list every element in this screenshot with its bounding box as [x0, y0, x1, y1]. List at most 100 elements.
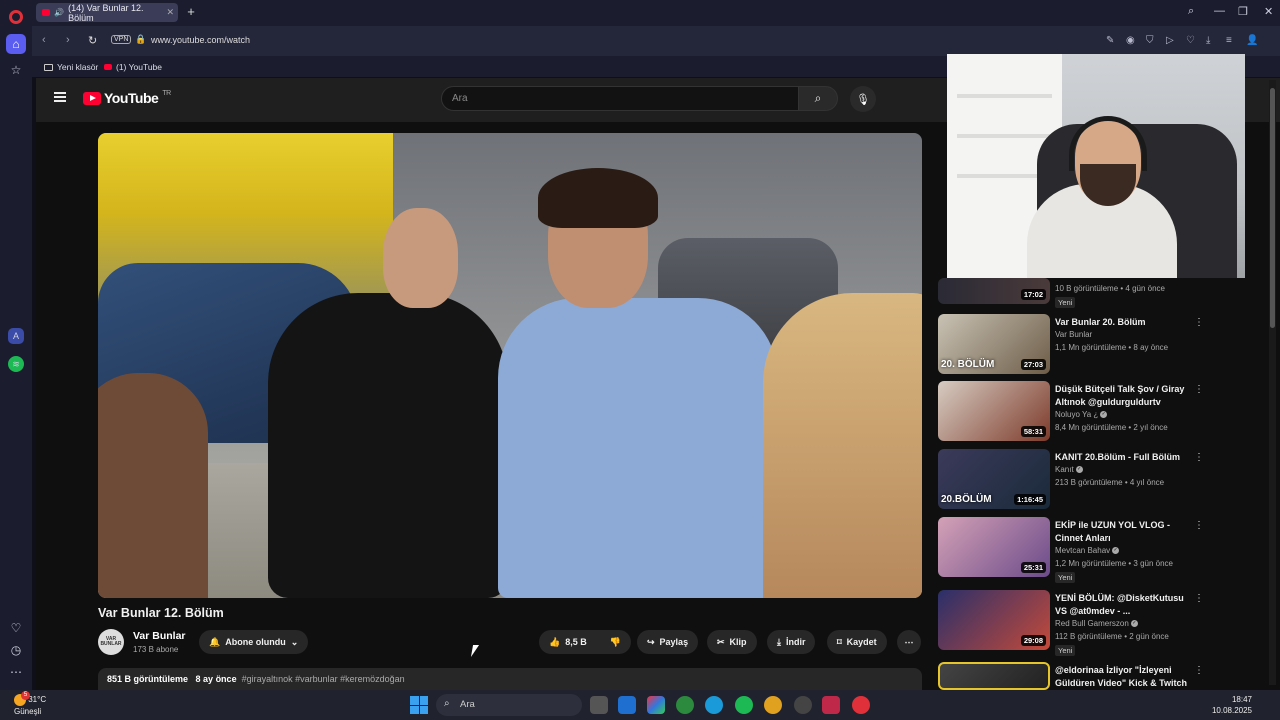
minimize-icon[interactable]: — — [1214, 5, 1225, 17]
more-vertical-icon[interactable]: ⋮ — [1194, 520, 1204, 531]
like-icon[interactable]: 👍 — [549, 637, 560, 648]
file-explorer-icon[interactable] — [590, 696, 608, 714]
video-title[interactable]: YENİ BÖLÜM: @DisketKutusu VS @at0mdev - … — [1055, 592, 1195, 618]
page-scrollbar[interactable] — [1269, 80, 1276, 685]
subscribe-button[interactable]: 🔔 Abone olundu ⌄ — [199, 630, 309, 654]
vpn-badge[interactable]: VPN — [111, 35, 132, 44]
video-title[interactable]: Düşük Bütçeli Talk Şov / Giray Altınok @… — [1055, 383, 1195, 409]
reload-icon[interactable]: ↻ — [88, 34, 97, 47]
hamburger-menu-icon[interactable] — [54, 92, 66, 102]
list-item[interactable]: 29:08 YENİ BÖLÜM: @DisketKutusu VS @at0m… — [938, 590, 1268, 656]
maximize-icon[interactable]: ❐ — [1238, 5, 1248, 18]
channel-avatar[interactable]: VAR BUNLAR — [98, 629, 124, 655]
video-thumbnail[interactable]: 58:31 — [938, 381, 1050, 441]
favorite-icon[interactable]: ♡ — [1186, 35, 1195, 46]
list-item[interactable]: 20.BÖLÜM 1:16:45 KANIT 20.Bölüm - Full B… — [938, 449, 1268, 511]
video-player[interactable] — [98, 133, 922, 598]
list-item[interactable]: @eldorinaa İzliyor "İzleyeni Güldüren Vi… — [938, 662, 1268, 701]
more-vertical-icon[interactable]: ⋮ — [1194, 665, 1204, 676]
list-item[interactable]: 17:02 10 B görüntüleme • 4 gün önce Yeni — [938, 278, 1268, 308]
video-thumbnail[interactable] — [938, 662, 1050, 690]
more-vertical-icon[interactable]: ⋮ — [1194, 317, 1204, 328]
spotify-icon[interactable]: ≋ — [8, 356, 24, 372]
copilot-icon[interactable] — [647, 696, 665, 714]
chrome-alt-icon[interactable] — [764, 696, 782, 714]
description-box[interactable]: 851 B görüntüleme 8 ay önce #girayaltıno… — [98, 668, 922, 690]
back-icon[interactable]: ‹ — [42, 34, 46, 46]
more-vertical-icon[interactable]: ⋮ — [1194, 384, 1204, 395]
video-thumbnail[interactable]: 17:02 — [938, 278, 1050, 304]
video-meta: 10 B görüntüleme • 4 gün önce — [1055, 284, 1165, 293]
clip-button[interactable]: ✂ Klip — [707, 630, 757, 654]
app-icon[interactable] — [822, 696, 840, 714]
heart-icon[interactable]: ♡ — [6, 618, 26, 638]
channel-name[interactable]: Var Bunlar — [133, 630, 186, 642]
opera-logo-icon[interactable] — [9, 10, 23, 24]
download-icon[interactable]: ⤓ — [1206, 35, 1210, 46]
share-button[interactable]: ↪ Paylaş — [637, 630, 699, 654]
video-title[interactable]: Var Bunlar 20. Bölüm — [1055, 316, 1195, 329]
download-button[interactable]: ⤓ İndir — [767, 630, 816, 654]
url-field[interactable]: www.youtube.com/watch — [151, 35, 250, 45]
search-icon[interactable]: ⌕ — [798, 86, 838, 111]
windows-start-icon[interactable] — [410, 696, 428, 714]
edge-icon[interactable] — [705, 696, 723, 714]
more-actions-button[interactable]: ⋯ — [897, 630, 921, 654]
speaker-icon[interactable]: 🔊 — [54, 8, 64, 17]
dislike-icon[interactable]: 👎 — [610, 637, 621, 648]
video-thumbnail[interactable]: 29:08 — [938, 590, 1050, 650]
list-item[interactable]: 20. BÖLÜM 27:03 Var Bunlar 20. Bölüm Var… — [938, 314, 1268, 376]
profile-icon[interactable]: 👤 — [1246, 35, 1258, 46]
video-meta: 1,1 Mn görüntüleme • 8 ay önce — [1055, 343, 1169, 352]
channel-name[interactable]: Red Bull Gamerszon ✓ — [1055, 619, 1138, 628]
bookmark-youtube[interactable]: (1) YouTube — [104, 62, 162, 72]
new-tab-button[interactable]: + — [184, 5, 198, 19]
history-icon[interactable]: ◷ — [6, 640, 26, 660]
star-icon[interactable]: ☆ — [6, 60, 26, 80]
list-item[interactable]: 25:31 EKİP ile UZUN YOL VLOG - Cinnet An… — [938, 517, 1268, 583]
shield-icon[interactable]: ⛉ — [1146, 35, 1154, 46]
list-item[interactable]: 58:31 Düşük Bütçeli Talk Şov / Giray Alt… — [938, 381, 1268, 443]
tab-title: (14) Var Bunlar 12. Bölüm — [68, 2, 144, 23]
hashtags[interactable]: #girayaltınok #varbunlar #keremözdoğan — [242, 674, 405, 684]
bookmark-folder[interactable]: Yeni klasör — [44, 62, 98, 72]
opera-icon[interactable] — [852, 696, 870, 714]
tab-active[interactable]: 🔊 (14) Var Bunlar 12. Bölüm ✕ — [36, 2, 178, 23]
github-icon[interactable] — [794, 696, 812, 714]
more-vertical-icon[interactable]: ⋮ — [1194, 452, 1204, 463]
search-input[interactable]: Ara — [441, 86, 799, 111]
weather-widget[interactable]: 5 31°C Güneşli — [14, 691, 46, 717]
aria-icon[interactable]: A — [8, 328, 24, 344]
home-icon[interactable]: ⌂ — [6, 34, 26, 54]
channel-name[interactable]: Kanıt ✓ — [1055, 465, 1083, 474]
video-title[interactable]: KANIT 20.Bölüm - Full Bölüm — [1055, 451, 1195, 464]
channel-name[interactable]: Noluyo Ya ¿ ✓ — [1055, 410, 1108, 419]
lock-icon[interactable]: 🔒 — [135, 34, 146, 45]
bell-icon: 🔔 — [209, 636, 221, 647]
menu-icon[interactable]: ≡ — [1226, 35, 1232, 46]
forward-icon[interactable]: › — [66, 34, 70, 46]
video-thumbnail[interactable]: 25:31 — [938, 517, 1050, 577]
microphone-icon[interactable]: 🎙 — [850, 86, 876, 112]
like-count[interactable]: 8,5 B — [565, 637, 587, 647]
outlook-icon[interactable] — [618, 696, 636, 714]
video-title[interactable]: EKİP ile UZUN YOL VLOG - Cinnet Anları — [1055, 519, 1195, 545]
play-icon[interactable]: ▷ — [1166, 35, 1174, 46]
save-button[interactable]: ⌑ Kaydet — [827, 630, 887, 654]
channel-name[interactable]: Mevtcan Bahav ✓ — [1055, 546, 1120, 555]
spotify-icon[interactable] — [735, 696, 753, 714]
video-thumbnail[interactable]: 20.BÖLÜM 1:16:45 — [938, 449, 1050, 509]
youtube-logo[interactable]: YouTube TR — [83, 90, 171, 106]
video-thumbnail[interactable]: 20. BÖLÜM 27:03 — [938, 314, 1050, 374]
chrome-icon[interactable] — [676, 696, 694, 714]
more-vertical-icon[interactable]: ⋮ — [1194, 593, 1204, 604]
channel-name[interactable]: Var Bunlar — [1055, 330, 1092, 339]
camera-icon[interactable]: ◉ — [1126, 35, 1135, 46]
more-icon[interactable]: ⋯ — [6, 662, 26, 682]
close-tab-icon[interactable]: ✕ — [166, 7, 174, 18]
edit-icon[interactable]: ✎ — [1106, 35, 1114, 46]
close-window-icon[interactable]: ✕ — [1264, 5, 1273, 18]
search-tabs-icon[interactable]: ⌕ — [1188, 5, 1194, 18]
taskbar-search[interactable]: ⌕ Ara — [436, 694, 582, 716]
clock[interactable]: 18:47 10.08.2025 — [1212, 694, 1252, 716]
